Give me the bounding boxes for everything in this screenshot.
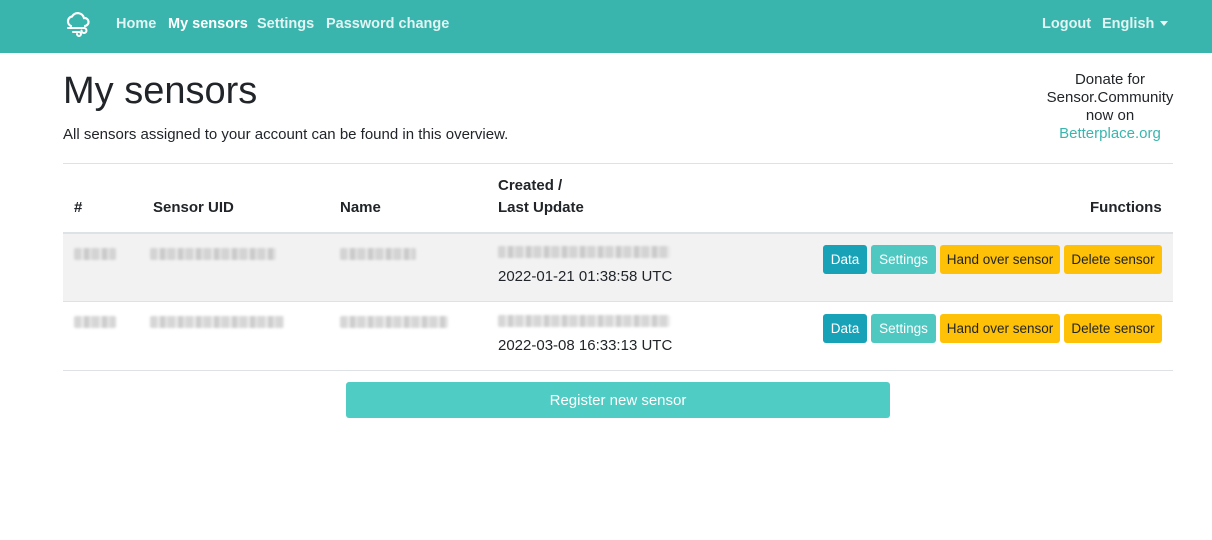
hand-over-sensor-button[interactable]: Hand over sensor [940, 245, 1060, 274]
nav-settings-link[interactable]: Settings [257, 16, 314, 32]
cloud-wind-icon[interactable] [64, 11, 92, 39]
donate-line-1: Donate for [1074, 71, 1146, 88]
sensor-settings-button[interactable]: Settings [871, 314, 936, 343]
last-update-value: 2022-01-21 01:38:58 UTC [498, 268, 673, 285]
redacted-sensor-uid [150, 248, 276, 260]
table-top-divider [63, 163, 1173, 164]
last-update-value: 2022-03-08 16:33:13 UTC [498, 337, 673, 354]
col-header-created: Created / [498, 177, 563, 194]
language-dropdown[interactable]: English [1102, 16, 1169, 32]
top-navbar: Home My sensors Settings Password change… [0, 0, 1212, 53]
col-header-last-update: Last Update [498, 199, 584, 216]
col-header-name: Name [340, 199, 381, 216]
nav-password-change-link[interactable]: Password change [326, 16, 449, 32]
delete-sensor-button[interactable]: Delete sensor [1064, 314, 1162, 343]
redacted-sensor-name [340, 316, 448, 328]
sensor-settings-button[interactable]: Settings [871, 245, 936, 274]
col-header-sensor-uid: Sensor UID [153, 199, 234, 216]
hand-over-sensor-button[interactable]: Hand over sensor [940, 314, 1060, 343]
redacted-created-date [498, 246, 670, 258]
nav-my-sensors-link[interactable]: My sensors [168, 16, 248, 32]
redacted-number [74, 316, 116, 328]
nav-logout-link[interactable]: Logout [1042, 16, 1091, 32]
delete-sensor-button[interactable]: Delete sensor [1064, 245, 1162, 274]
nav-home-link[interactable]: Home [116, 16, 156, 32]
col-header-functions: Functions [1090, 199, 1162, 216]
redacted-number [74, 248, 116, 260]
data-button[interactable]: Data [823, 245, 867, 274]
chevron-down-icon [1160, 20, 1169, 26]
language-label: English [1102, 16, 1155, 32]
redacted-created-date [498, 315, 670, 327]
register-new-sensor-button[interactable]: Register new sensor [346, 382, 890, 418]
redacted-sensor-uid [150, 316, 284, 328]
data-button[interactable]: Data [823, 314, 867, 343]
page-subtitle: All sensors assigned to your account can… [63, 126, 509, 143]
page-title: My sensors [63, 70, 258, 112]
donate-line-3: now on [1085, 107, 1135, 124]
donate-line-2: Sensor.Community [1046, 89, 1174, 106]
betterplace-link[interactable]: Betterplace.org [1059, 125, 1161, 142]
redacted-sensor-name [340, 248, 416, 260]
donate-box: Donate for Sensor.Community now on Bette… [1040, 71, 1180, 143]
col-header-number: # [74, 199, 83, 216]
table-bottom-divider [63, 370, 1173, 371]
